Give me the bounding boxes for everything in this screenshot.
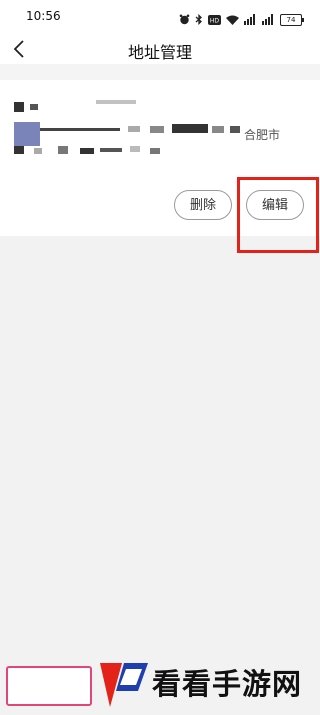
redacted-address	[58, 146, 68, 154]
redacted-address	[150, 126, 164, 133]
alarm-icon	[179, 10, 190, 29]
battery-icon: 74	[280, 13, 304, 26]
watermark-logo-icon	[100, 663, 148, 707]
delete-button[interactable]: 删除	[174, 190, 232, 220]
redacted-address	[230, 126, 240, 133]
redacted-address	[40, 128, 120, 131]
redacted-address	[150, 148, 160, 154]
wifi-icon	[226, 10, 239, 29]
redacted-address	[128, 126, 140, 132]
redacted-address	[14, 122, 40, 146]
signal-icon	[244, 14, 257, 25]
redacted-address	[130, 146, 140, 152]
redacted-address	[212, 126, 224, 133]
nav-bar: 地址管理	[0, 34, 320, 64]
page-title: 地址管理	[127, 43, 192, 62]
highlight-box	[237, 177, 319, 253]
hd-icon: HD	[208, 10, 221, 29]
redacted-address	[34, 148, 42, 154]
svg-text:HD: HD	[210, 18, 220, 25]
redacted-address	[80, 148, 94, 154]
watermark: 看看手游网	[96, 655, 320, 715]
address-city-text: 合肥市	[244, 128, 281, 142]
bluetooth-icon	[195, 10, 203, 29]
status-icons: HD 74	[179, 10, 304, 29]
signal-icon	[262, 14, 275, 25]
section-gap	[0, 64, 320, 80]
redacted-name	[14, 102, 24, 112]
redacted-address	[14, 146, 24, 154]
status-time: 10:56	[26, 9, 61, 23]
watermark-text: 看看手游网	[152, 667, 303, 701]
redacted-phone	[30, 104, 38, 110]
redacted-phone	[96, 100, 136, 104]
bottom-frame	[6, 666, 92, 706]
redacted-address	[100, 148, 122, 152]
redacted-address	[172, 124, 208, 133]
status-bar: 10:56 HD 74	[0, 0, 320, 34]
